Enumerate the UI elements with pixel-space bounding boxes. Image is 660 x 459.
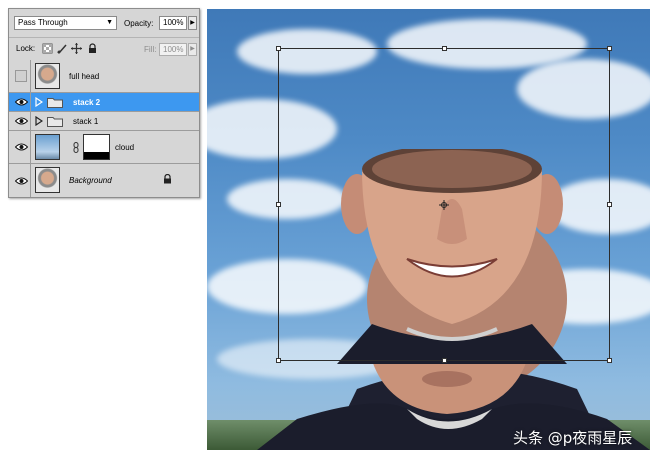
- visibility-toggle[interactable]: [12, 60, 31, 92]
- fill-label: Fill:: [144, 45, 157, 54]
- layers-panel: Pass Through ▼ Opacity: 100% ▶ Lock: Fil…: [8, 8, 200, 198]
- visibility-toggle[interactable]: [12, 131, 31, 163]
- layer-name: cloud: [115, 143, 135, 152]
- fill-field[interactable]: 100%: [159, 43, 187, 56]
- visibility-toggle[interactable]: [12, 93, 31, 111]
- layer-thumbnail: [35, 167, 60, 193]
- chain-link-icon[interactable]: [73, 142, 79, 153]
- transform-handle-right[interactable]: [607, 202, 612, 207]
- lock-all-icon[interactable]: [87, 43, 98, 54]
- lock-image-pixels-icon[interactable]: [57, 43, 68, 54]
- fill-slider-button[interactable]: ▶: [188, 43, 197, 56]
- eye-icon: [15, 98, 28, 106]
- transform-handle-top-left[interactable]: [276, 46, 281, 51]
- transform-handle-bottom-left[interactable]: [276, 358, 281, 363]
- layer-stack-2[interactable]: stack 2: [9, 93, 199, 112]
- transform-handle-bottom[interactable]: [442, 358, 447, 363]
- blend-mode-select[interactable]: Pass Through ▼: [14, 16, 117, 30]
- lock-transparency-icon[interactable]: [42, 43, 53, 54]
- transform-handle-left[interactable]: [276, 202, 281, 207]
- visibility-toggle[interactable]: [12, 164, 31, 197]
- panel-options-row: Pass Through ▼ Opacity: 100% ▶: [9, 9, 199, 37]
- transform-handle-top-right[interactable]: [607, 46, 612, 51]
- layers-list: full head stack 2 stack 1 cloud Backgrou…: [9, 60, 199, 197]
- layer-thumbnail: [35, 63, 60, 89]
- layer-mask-thumbnail[interactable]: [83, 134, 110, 160]
- folder-icon: [47, 117, 63, 127]
- visibility-empty-box: [15, 70, 27, 82]
- watermark-text: 头条 @p夜雨星辰: [513, 429, 633, 447]
- reference-point-icon[interactable]: [439, 200, 449, 210]
- layer-background[interactable]: Background: [9, 164, 199, 197]
- layer-thumbnail: [35, 134, 60, 160]
- free-transform-box[interactable]: [276, 46, 612, 363]
- folder-icon: [47, 98, 63, 108]
- layer-name: stack 1: [73, 117, 99, 126]
- layer-name: stack 2: [73, 98, 101, 107]
- lock-position-icon[interactable]: [71, 43, 82, 54]
- eye-icon: [15, 143, 28, 151]
- layer-cloud[interactable]: cloud: [9, 131, 199, 164]
- opacity-field[interactable]: 100%: [159, 16, 187, 30]
- document-canvas[interactable]: 头条 @p夜雨星辰: [207, 9, 650, 450]
- padlock-icon: [164, 174, 171, 184]
- expand-arrow-icon[interactable]: [35, 116, 43, 126]
- layer-name: full head: [69, 72, 100, 81]
- blend-mode-value: Pass Through: [18, 18, 68, 27]
- opacity-slider-button[interactable]: ▶: [188, 16, 197, 30]
- expand-arrow-icon[interactable]: [35, 97, 43, 107]
- opacity-label: Opacity:: [124, 19, 154, 28]
- eye-icon: [15, 117, 28, 125]
- visibility-toggle[interactable]: [12, 112, 31, 130]
- layer-stack-1[interactable]: stack 1: [9, 112, 199, 131]
- lock-label: Lock:: [16, 44, 36, 53]
- lock-row: Lock: Fill: 100% ▶: [9, 37, 199, 61]
- transform-handle-bottom-right[interactable]: [607, 358, 612, 363]
- chevron-down-icon: ▼: [106, 19, 113, 26]
- transform-handle-top[interactable]: [442, 46, 447, 51]
- layer-full-head[interactable]: full head: [9, 60, 199, 93]
- eye-icon: [15, 177, 28, 184]
- layer-name: Background: [69, 176, 112, 185]
